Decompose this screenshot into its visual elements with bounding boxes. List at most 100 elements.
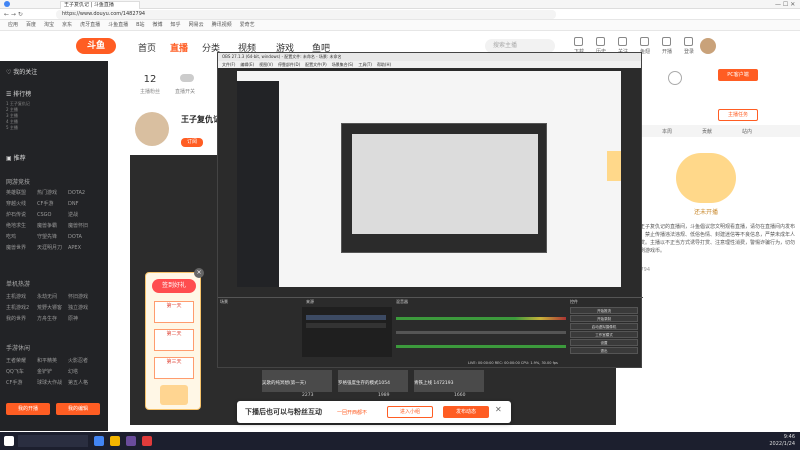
right-tab[interactable]: 站内	[742, 128, 752, 135]
thumbnail-title[interactable]: 罗格强度生存的模式1054	[338, 380, 408, 386]
sidebar-game-link[interactable]: APEX	[68, 245, 99, 251]
nav-arrows-icon[interactable]: ← → ↻	[4, 11, 23, 18]
sidebar-game-link[interactable]: 永劫无间	[37, 293, 68, 300]
sidebar-game-link[interactable]: 魔兽争霸	[37, 222, 68, 229]
my-stream-button[interactable]: 我的开播	[6, 403, 50, 415]
header-icon[interactable]	[618, 37, 627, 46]
obs-icon[interactable]	[126, 436, 136, 446]
obs-preview[interactable]	[237, 71, 621, 287]
bookmark-item[interactable]: 爱奇艺	[240, 20, 255, 30]
right-tab[interactable]: 本周	[662, 128, 672, 135]
sidebar-item-ranking[interactable]: ☰ 排行榜	[6, 89, 31, 98]
obs-menu-item[interactable]: 视图(V)	[259, 62, 273, 67]
sidebar-game-link[interactable]: 荒野大镖客	[37, 304, 68, 311]
obs-menu-item[interactable]: 文件(F)	[222, 62, 235, 67]
sidebar-game-link[interactable]: 吃鸡	[6, 233, 37, 240]
bookmark-item[interactable]: 应用	[8, 20, 18, 30]
obs-menu-item[interactable]: 工具(T)	[358, 62, 372, 67]
obs-menu-item[interactable]: 编辑(E)	[240, 62, 254, 67]
header-icon[interactable]	[684, 37, 693, 46]
checkin-day2[interactable]: 第二天	[154, 329, 194, 351]
obs-control-button[interactable]: 开始录制	[570, 315, 638, 322]
sidebar-game-link[interactable]: 王者荣耀	[6, 357, 37, 364]
source-item[interactable]	[306, 315, 386, 320]
bookmark-item[interactable]: 淘宝	[44, 20, 54, 30]
bookmark-item[interactable]: 知乎	[171, 20, 181, 30]
chrome-icon[interactable]	[94, 436, 104, 446]
obs-control-button[interactable]: 启动虚拟摄像机	[570, 323, 638, 330]
obs-menu-item[interactable]: 配置文件(P)	[305, 62, 327, 67]
post-dynamic-button[interactable]: 发布动态	[443, 406, 489, 418]
bookmark-item[interactable]: B站	[136, 20, 144, 30]
sidebar-game-link[interactable]: 主机游戏2	[6, 304, 37, 311]
thumbnail-title[interactable]: 吴歌的纯冥想(第一天)	[262, 380, 332, 386]
obs-menu-item[interactable]: 场景集合(S)	[332, 62, 354, 67]
sidebar-game-link[interactable]: 热门游戏	[37, 189, 68, 196]
source-item[interactable]	[306, 323, 386, 328]
thumbnail-title[interactable]: 青铁上线 1472193	[414, 380, 484, 386]
sidebar-game-link[interactable]: 魔兽世界	[6, 244, 37, 251]
nav-link[interactable]: 直播	[170, 41, 188, 54]
header-icon[interactable]	[662, 37, 671, 46]
obs-menu-item[interactable]: 帮助(H)	[377, 62, 391, 67]
bookmark-item[interactable]: 虎牙直播	[80, 20, 100, 30]
obs-control-button[interactable]: 退出	[570, 347, 638, 354]
start-icon[interactable]	[4, 436, 14, 446]
sidebar-game-link[interactable]: 球球大作战	[37, 379, 68, 386]
sidebar-game-link[interactable]: QQ飞车	[6, 368, 37, 375]
header-icon[interactable]	[574, 37, 583, 46]
pc-client-button[interactable]: PC客户端	[718, 69, 758, 81]
close-icon[interactable]: ×	[194, 268, 204, 278]
sidebar-game-link[interactable]: 天涯明月刀	[37, 244, 68, 251]
sidebar-game-link[interactable]: 方舟生存	[37, 315, 68, 322]
obs-control-button[interactable]: 设置	[570, 339, 638, 346]
nav-link[interactable]: 首页	[138, 41, 156, 54]
sidebar-game-link[interactable]: 穿越火线	[6, 200, 37, 207]
streamer-avatar[interactable]	[135, 112, 169, 146]
sidebar-game-link[interactable]: CSGO	[37, 212, 68, 218]
close-icon[interactable]: ✕	[495, 405, 502, 414]
explorer-icon[interactable]	[110, 436, 120, 446]
sidebar-game-link[interactable]: 主机游戏	[6, 293, 37, 300]
sidebar-game-link[interactable]: 和平精英	[37, 357, 68, 364]
obs-menu-item[interactable]: 停靠部件(D)	[278, 62, 300, 67]
sidebar-game-link[interactable]: DOTA	[68, 234, 99, 240]
search-input[interactable]: 搜索主播	[485, 39, 555, 53]
sidebar-game-link[interactable]: CF手游	[37, 200, 68, 207]
sidebar-game-link[interactable]: 幻塔	[68, 368, 99, 375]
window-controls-icon[interactable]: — ☐ ✕	[775, 1, 795, 8]
right-tab[interactable]: 贡献	[702, 128, 712, 135]
obs-control-button[interactable]: 开始推流	[570, 307, 638, 314]
subscribe-button[interactable]: 订阅	[181, 138, 203, 147]
bookmark-item[interactable]: 斗鱼直播	[108, 20, 128, 30]
browser-tab[interactable]: 王子复仇记 | 斗鱼直播	[60, 1, 140, 9]
live-toggle[interactable]	[180, 74, 194, 82]
checkin-day1[interactable]: 第一天	[154, 301, 194, 323]
enter-group-button[interactable]: 进入小组	[387, 406, 433, 418]
bookmark-item[interactable]: 微博	[153, 20, 163, 30]
sidebar-game-link[interactable]: 绝地求生	[6, 222, 37, 229]
bookmark-item[interactable]: 百度	[26, 20, 36, 30]
sidebar-game-link[interactable]: CF手游	[6, 379, 37, 386]
sidebar-game-link[interactable]: 魔兽怀旧	[68, 222, 99, 229]
bookmark-item[interactable]: 网易云	[189, 20, 204, 30]
app-icon[interactable]	[142, 436, 152, 446]
site-logo[interactable]: 斗鱼	[76, 38, 116, 54]
obs-control-button[interactable]: 工作室模式	[570, 331, 638, 338]
my-edit-button[interactable]: 我的编辑	[56, 403, 100, 415]
sidebar-game-link[interactable]: 第五人格	[68, 379, 99, 386]
sidebar-game-link[interactable]: 怀旧游戏	[68, 293, 99, 300]
task-button[interactable]: 主播任务	[718, 109, 758, 121]
sidebar-game-link[interactable]: 逆战	[68, 211, 99, 218]
audio-slider[interactable]	[396, 331, 566, 334]
more-icon[interactable]	[668, 71, 682, 85]
sidebar-game-link[interactable]: 守望先锋	[37, 233, 68, 240]
header-icon[interactable]	[640, 37, 649, 46]
sidebar-game-link[interactable]: DNF	[68, 201, 99, 207]
sidebar-game-link[interactable]: 英雄联盟	[6, 189, 37, 196]
sidebar-game-link[interactable]: 独立游戏	[68, 304, 99, 311]
sidebar-game-link[interactable]: 火影忍者	[68, 357, 99, 364]
sidebar-game-link[interactable]: 我的世界	[6, 315, 37, 322]
header-icon[interactable]	[596, 37, 605, 46]
sidebar-item-my-follow[interactable]: ♡ 我的关注	[6, 67, 37, 76]
